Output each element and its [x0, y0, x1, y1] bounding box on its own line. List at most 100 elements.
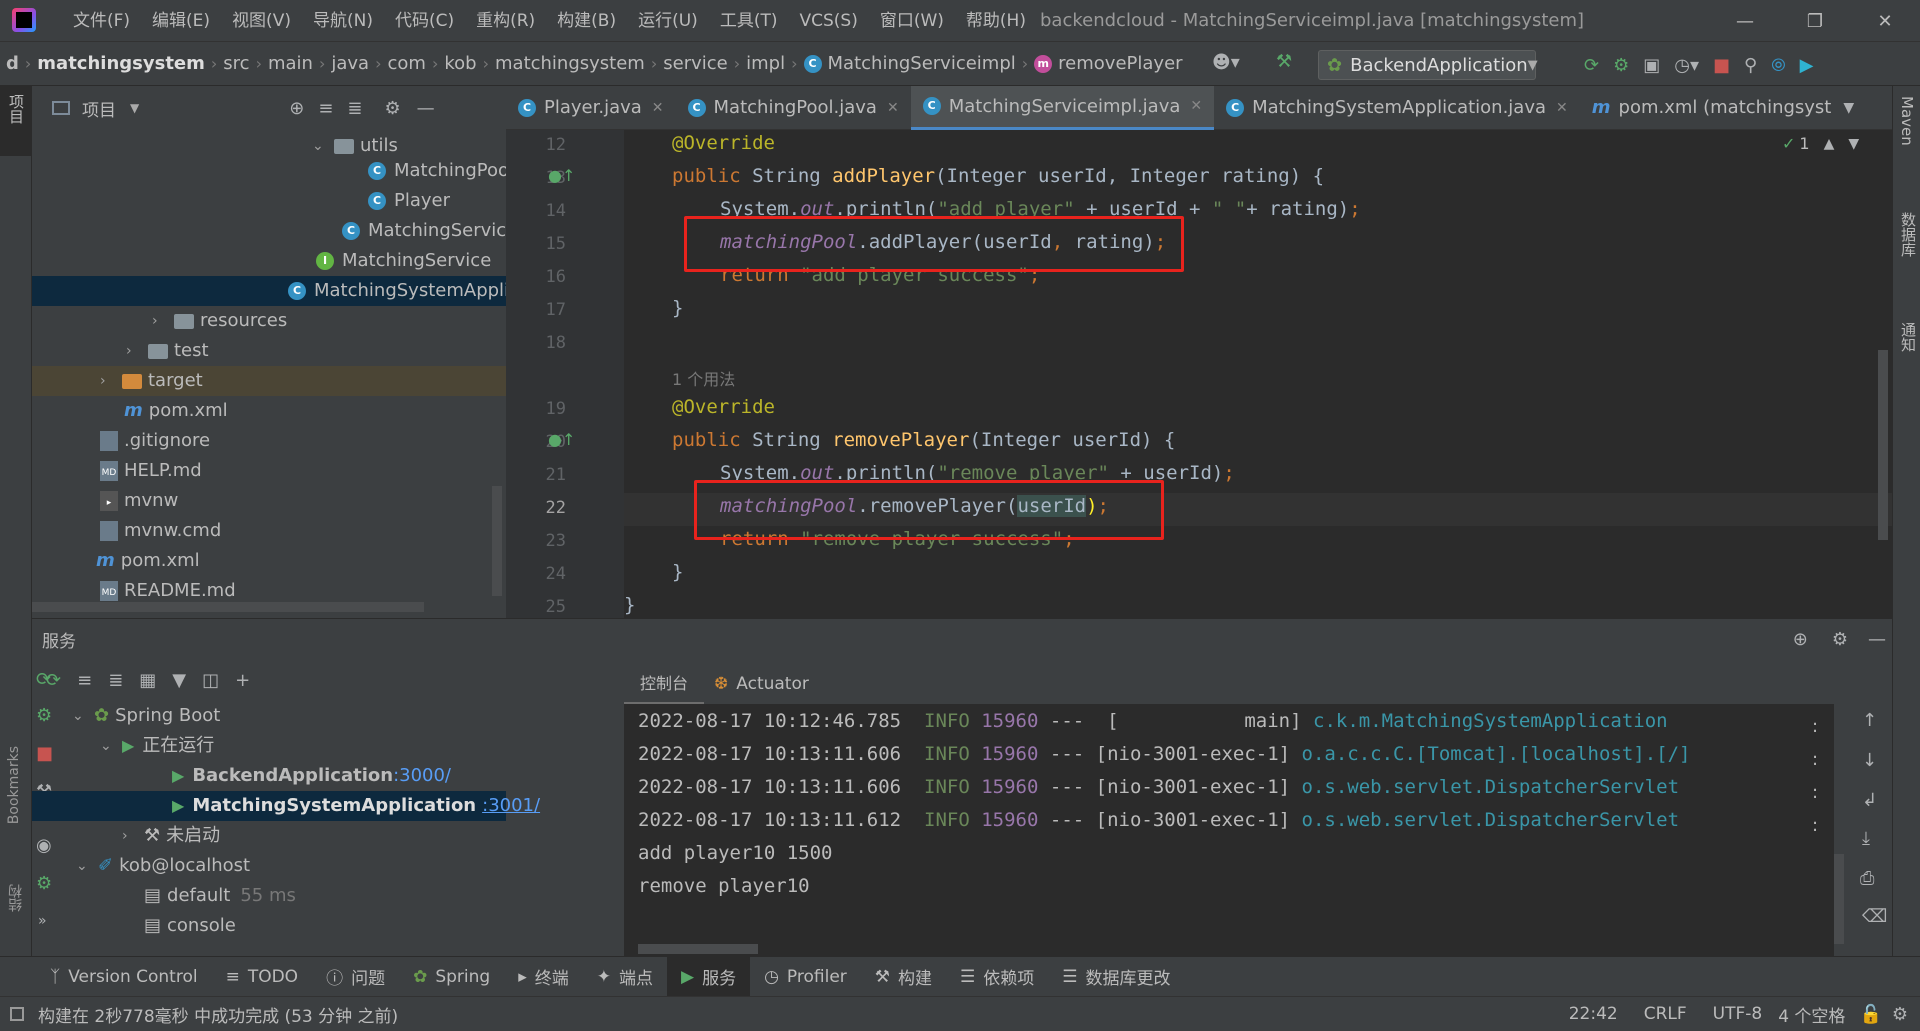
tree-item-matchingpool[interactable]: C MatchingPoo [32, 156, 509, 186]
close-icon[interactable]: ✕ [652, 100, 664, 116]
expand-all-icon[interactable]: ≡ [318, 98, 333, 119]
caret-position[interactable]: 22:42 [1569, 1004, 1618, 1024]
tool-dependencies[interactable]: ☰ 依赖项 [946, 957, 1048, 997]
search-icon[interactable]: ⚲ [1744, 55, 1757, 76]
console-output[interactable]: 2022-08-17 10:12:46.785 INFO 15960 --- [… [624, 704, 1844, 956]
lock-icon[interactable]: 🔓 [1859, 1004, 1881, 1025]
breadcrumb-item[interactable]: matchingsystem [489, 53, 651, 74]
menu-run[interactable]: 运行(U) [627, 0, 709, 42]
tree-item-test[interactable]: › test [32, 336, 506, 366]
tree-item-target[interactable]: › target [32, 366, 506, 396]
add-service-icon[interactable]: ⊕ [1793, 629, 1808, 650]
tree-item-resources[interactable]: › resources [32, 306, 506, 336]
tree-item-gitignore[interactable]: .gitignore [32, 426, 506, 456]
breadcrumb-item[interactable]: removePlayer [1052, 53, 1188, 74]
tree-item-matchingserviceimpl[interactable]: C MatchingServic [32, 216, 506, 246]
port-link[interactable]: :3001/ [482, 791, 540, 821]
inspection-widget[interactable]: ✓ 1 ▲ ▼ [1782, 134, 1859, 153]
editor-scrollbar[interactable] [1878, 350, 1888, 540]
tab-console[interactable]: 控制台 [624, 663, 705, 705]
breadcrumb-item[interactable]: main [262, 53, 319, 74]
user-icon[interactable]: ☻▾ [1212, 52, 1240, 73]
tree-default-session[interactable]: ▤ default 55 ms [144, 881, 296, 911]
tree-item-mvnw-cmd[interactable]: mvnw.cmd [32, 516, 506, 546]
breadcrumb-item[interactable]: MatchingServiceimpl [822, 53, 1022, 74]
line-separator[interactable]: CRLF [1644, 1004, 1687, 1024]
expand-all-icon[interactable]: ≡ [77, 670, 92, 691]
collapse-all-icon[interactable]: ≣ [108, 670, 123, 691]
group-icon[interactable]: ▦ [139, 670, 156, 691]
tree-item-mvnw[interactable]: ▸ mvnw [32, 486, 506, 516]
breadcrumb-item[interactable]: src [217, 53, 255, 74]
tree-matchingsystem-application[interactable]: ▶ MatchingSystemApplication:3001/ [32, 791, 540, 821]
tool-build[interactable]: ⚒ 构建 [861, 957, 946, 997]
console-h-scrollbar[interactable] [638, 944, 758, 954]
override-gutter-icon[interactable]: ●↑ [548, 166, 575, 185]
coverage-icon[interactable]: ▣ [1643, 55, 1660, 76]
tab-matchingpool[interactable]: C MatchingPool.java ✕ [676, 86, 911, 130]
breadcrumb-item[interactable]: java [325, 53, 375, 74]
notifications-tool-tab[interactable]: 通知 [1898, 322, 1919, 352]
new-tab-icon[interactable]: ◫ [202, 670, 219, 691]
more-icon[interactable]: » [38, 913, 47, 929]
settings-icon[interactable]: ⚙ [1892, 1004, 1908, 1025]
tree-item-root-pom[interactable]: m pom.xml [32, 546, 506, 576]
port-link[interactable]: :3000/ [393, 761, 451, 791]
tree-database[interactable]: ⌄ ✐ kob@localhost [76, 851, 250, 881]
add-icon[interactable]: + [235, 670, 250, 691]
structure-tool-tab[interactable]: 结构 [6, 884, 26, 912]
trash-icon[interactable]: ⌫ [1862, 906, 1887, 927]
close-icon[interactable]: ✕ [1854, 0, 1916, 42]
tab-matchingserviceimpl[interactable]: C MatchingServiceimpl.java ✕ [910, 85, 1215, 130]
close-icon[interactable]: ✕ [1556, 100, 1568, 116]
close-icon[interactable]: ✕ [1190, 98, 1202, 114]
code-editor[interactable]: @Override public String addPlayer(Intege… [624, 130, 1892, 618]
gear-icon[interactable]: ⚙ [385, 98, 401, 119]
override-gutter-icon[interactable]: ●↑ [548, 430, 575, 449]
chevron-up-icon[interactable]: ▲ [1824, 136, 1835, 152]
tree-item-pom[interactable]: m pom.xml [32, 396, 506, 426]
menu-window[interactable]: 窗口(W) [869, 0, 955, 42]
tab-player[interactable]: C Player.java ✕ [506, 86, 676, 130]
debug-icon[interactable]: ⚙ [1613, 55, 1629, 76]
locate-icon[interactable]: ⊕ [289, 98, 304, 119]
menu-tools[interactable]: 工具(T) [709, 0, 789, 42]
print-icon[interactable]: ⎙ [1860, 868, 1874, 889]
menu-vcs[interactable]: VCS(S) [788, 0, 868, 42]
breadcrumb-item[interactable]: impl [740, 53, 791, 74]
tool-spring[interactable]: ✿ Spring [399, 957, 504, 997]
gear-icon[interactable]: ⚙ [1832, 629, 1848, 650]
arrow-up-icon[interactable]: ↑ [1862, 710, 1877, 731]
stop-icon[interactable]: ■ [36, 743, 53, 764]
collapse-all-icon[interactable]: ≣ [347, 98, 362, 119]
breadcrumb-item[interactable]: kob [438, 53, 482, 74]
usage-hint[interactable]: 1 个用法 [672, 366, 735, 390]
breadcrumb-item[interactable]: d [0, 53, 25, 74]
run-configuration-select[interactable]: ✿ BackendApplication ▼ [1318, 50, 1538, 80]
project-panel-title[interactable]: 项目 [82, 96, 116, 121]
close-icon[interactable]: ✕ [887, 100, 899, 116]
tool-services[interactable]: ▶ 服务 [667, 956, 751, 997]
rerun-icon[interactable]: ⟳ [1584, 55, 1599, 76]
hide-icon[interactable]: — [417, 98, 435, 119]
camera-icon[interactable]: ◉ [36, 835, 52, 856]
build-hammer-icon[interactable]: ⚒ [1276, 51, 1292, 72]
maven-tool-tab[interactable]: Maven [1898, 96, 1916, 146]
minimize-icon[interactable]: — [1714, 0, 1776, 42]
tree-spring-boot[interactable]: ⌄ ✿ Spring Boot [72, 701, 220, 731]
tab-actuator[interactable]: Actuator [728, 674, 817, 694]
tree-item-help-md[interactable]: MD HELP.md [32, 456, 506, 486]
tool-problems[interactable]: ⓘ 问题 [312, 957, 399, 997]
tool-terminal[interactable]: ▸ 终端 [504, 957, 583, 997]
debug-icon[interactable]: ⚙ [36, 873, 52, 894]
tool-db-changes[interactable]: ☰ 数据库更改 [1048, 957, 1184, 997]
project-tool-tab[interactable]: 项目 [6, 94, 27, 124]
tree-running[interactable]: ⌄ ▶ 正在运行 [100, 731, 214, 761]
tool-profiler[interactable]: ◷ Profiler [750, 957, 861, 997]
database-tool-tab[interactable]: 数据库 [1898, 212, 1919, 257]
debug-icon[interactable]: ⚙ [36, 705, 52, 726]
update-icon[interactable]: ⦾ [1771, 55, 1785, 76]
menu-refactor[interactable]: 重构(R) [465, 0, 546, 42]
tab-matchingsystemapplication[interactable]: C MatchingSystemApplication.java ✕ [1214, 86, 1580, 130]
tree-backend-application[interactable]: ▶ BackendApplication:3000/ [172, 761, 451, 791]
